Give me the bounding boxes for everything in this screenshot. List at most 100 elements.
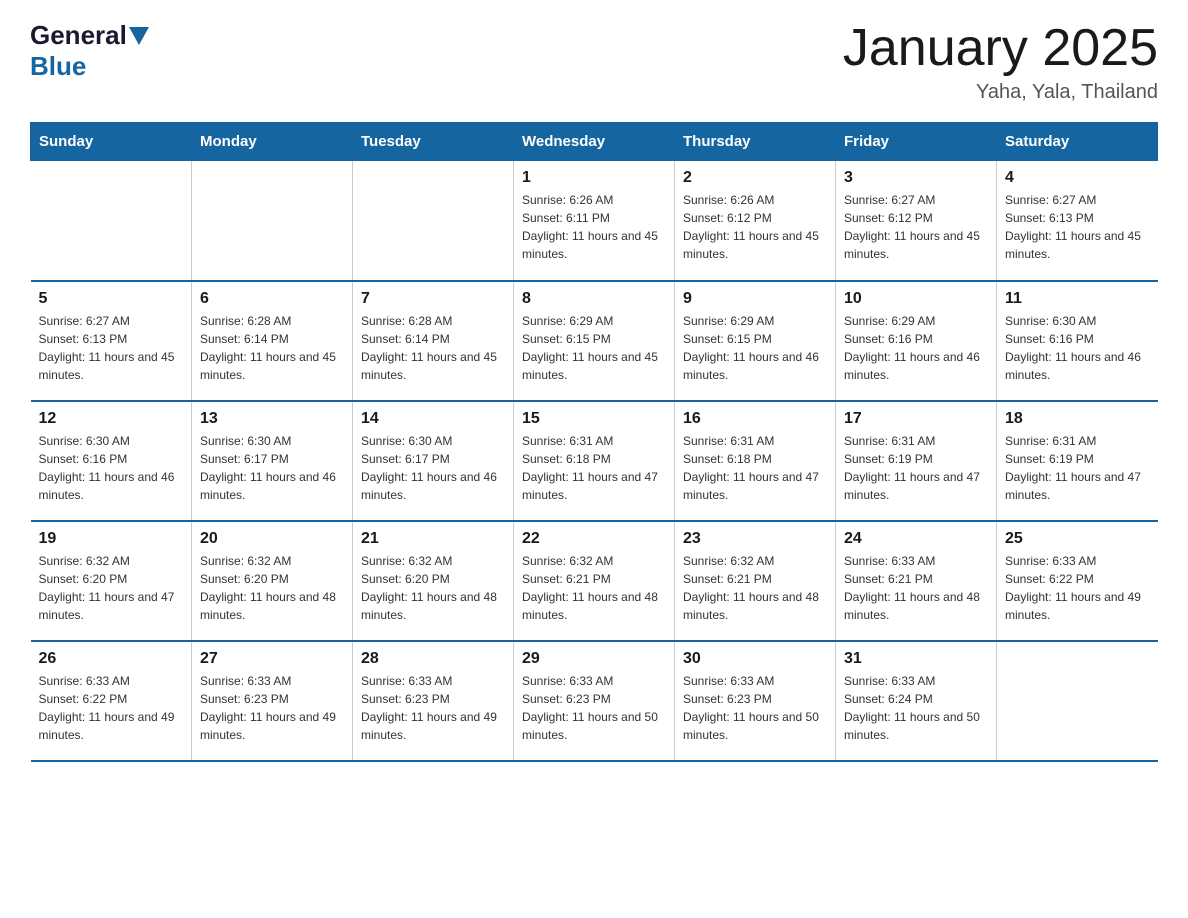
day-info: Sunrise: 6:33 AM Sunset: 6:23 PM Dayligh… (522, 672, 666, 744)
day-info: Sunrise: 6:31 AM Sunset: 6:19 PM Dayligh… (1005, 432, 1150, 504)
day-number: 28 (361, 650, 505, 668)
calendar-row: 1Sunrise: 6:26 AM Sunset: 6:11 PM Daylig… (31, 161, 1158, 281)
day-number: 16 (683, 410, 827, 428)
calendar-cell: 30 Sunrise: 6:33 AM Sunset: 6:23 PM Dayli… (675, 641, 836, 761)
day-info: Sunrise: 6:33 AM Sunset: 6:22 PM Dayligh… (39, 672, 184, 744)
day-number: 21 (361, 530, 505, 548)
calendar-table: SundayMondayTuesdayWednesdayThursdayFrid… (30, 122, 1158, 762)
calendar-cell: 31Sunrise: 6:33 AM Sunset: 6:24 PM Dayli… (836, 641, 997, 761)
day-info: Sunrise: 6:32 AM Sunset: 6:20 PM Dayligh… (361, 552, 505, 624)
calendar-cell: 22 Sunrise: 6:32 AM Sunset: 6:21 PM Dayli… (514, 521, 675, 641)
calendar-row: 26 Sunrise: 6:33 AM Sunset: 6:22 PM Dayli… (31, 641, 1158, 761)
header: General Blue January 2025 Yaha, Yala, Th… (30, 20, 1158, 104)
day-number: 14 (361, 410, 505, 428)
header-cell-thursday: Thursday (675, 123, 836, 161)
calendar-cell: 11 Sunrise: 6:30 AM Sunset: 6:16 PM Dayli… (997, 281, 1158, 401)
day-info: Sunrise: 6:28 AM Sunset: 6:14 PM Dayligh… (361, 312, 505, 384)
calendar-header: SundayMondayTuesdayWednesdayThursdayFrid… (31, 123, 1158, 161)
calendar-cell: 25 Sunrise: 6:33 AM Sunset: 6:22 PM Dayli… (997, 521, 1158, 641)
day-number: 12 (39, 410, 184, 428)
day-number: 4 (1005, 169, 1150, 187)
calendar-cell: 12Sunrise: 6:30 AM Sunset: 6:16 PM Dayli… (31, 401, 192, 521)
day-number: 30 (683, 650, 827, 668)
calendar-row: 5 Sunrise: 6:27 AM Sunset: 6:13 PM Daylig… (31, 281, 1158, 401)
calendar-cell: 28 Sunrise: 6:33 AM Sunset: 6:23 PM Dayli… (353, 641, 514, 761)
calendar-cell: 21 Sunrise: 6:32 AM Sunset: 6:20 PM Dayli… (353, 521, 514, 641)
logo-blue-text: Blue (30, 51, 86, 82)
calendar-cell: 2 Sunrise: 6:26 AM Sunset: 6:12 PM Daylig… (675, 161, 836, 281)
logo-triangle-icon (129, 27, 149, 45)
day-info: Sunrise: 6:29 AM Sunset: 6:16 PM Dayligh… (844, 312, 988, 384)
calendar-cell: 4Sunrise: 6:27 AM Sunset: 6:13 PM Daylig… (997, 161, 1158, 281)
calendar-cell: 14 Sunrise: 6:30 AM Sunset: 6:17 PM Dayli… (353, 401, 514, 521)
day-number: 11 (1005, 290, 1150, 308)
day-number: 24 (844, 530, 988, 548)
calendar-cell: 29 Sunrise: 6:33 AM Sunset: 6:23 PM Dayli… (514, 641, 675, 761)
day-number: 29 (522, 650, 666, 668)
calendar-row: 19 Sunrise: 6:32 AM Sunset: 6:20 PM Dayli… (31, 521, 1158, 641)
calendar-cell: 5 Sunrise: 6:27 AM Sunset: 6:13 PM Daylig… (31, 281, 192, 401)
calendar-cell: 9Sunrise: 6:29 AM Sunset: 6:15 PM Daylig… (675, 281, 836, 401)
day-number: 19 (39, 530, 184, 548)
title-area: January 2025 Yaha, Yala, Thailand (843, 20, 1158, 104)
day-info: Sunrise: 6:33 AM Sunset: 6:23 PM Dayligh… (361, 672, 505, 744)
day-number: 23 (683, 530, 827, 548)
day-number: 8 (522, 290, 666, 308)
day-number: 17 (844, 410, 988, 428)
day-info: Sunrise: 6:26 AM Sunset: 6:11 PM Dayligh… (522, 191, 666, 263)
day-number: 31 (844, 650, 988, 668)
calendar-cell (31, 161, 192, 281)
calendar-cell: 27Sunrise: 6:33 AM Sunset: 6:23 PM Dayli… (192, 641, 353, 761)
day-number: 15 (522, 410, 666, 428)
header-cell-saturday: Saturday (997, 123, 1158, 161)
calendar-cell: 15 Sunrise: 6:31 AM Sunset: 6:18 PM Dayli… (514, 401, 675, 521)
calendar-cell: 24Sunrise: 6:33 AM Sunset: 6:21 PM Dayli… (836, 521, 997, 641)
day-info: Sunrise: 6:30 AM Sunset: 6:16 PM Dayligh… (1005, 312, 1150, 384)
calendar-cell (192, 161, 353, 281)
header-cell-tuesday: Tuesday (353, 123, 514, 161)
calendar-cell: 3Sunrise: 6:27 AM Sunset: 6:12 PM Daylig… (836, 161, 997, 281)
logo-general-text: General (30, 20, 127, 51)
day-info: Sunrise: 6:33 AM Sunset: 6:22 PM Dayligh… (1005, 552, 1150, 624)
logo: General Blue (30, 20, 151, 82)
calendar-body: 1Sunrise: 6:26 AM Sunset: 6:11 PM Daylig… (31, 161, 1158, 761)
calendar-cell (997, 641, 1158, 761)
day-info: Sunrise: 6:29 AM Sunset: 6:15 PM Dayligh… (522, 312, 666, 384)
calendar-cell (353, 161, 514, 281)
day-info: Sunrise: 6:31 AM Sunset: 6:18 PM Dayligh… (522, 432, 666, 504)
header-cell-sunday: Sunday (31, 123, 192, 161)
header-cell-monday: Monday (192, 123, 353, 161)
day-info: Sunrise: 6:29 AM Sunset: 6:15 PM Dayligh… (683, 312, 827, 384)
calendar-cell: 16 Sunrise: 6:31 AM Sunset: 6:18 PM Dayli… (675, 401, 836, 521)
day-number: 26 (39, 650, 184, 668)
month-title: January 2025 (843, 20, 1158, 77)
day-info: Sunrise: 6:30 AM Sunset: 6:17 PM Dayligh… (361, 432, 505, 504)
calendar-cell: 19Sunrise: 6:32 AM Sunset: 6:20 PM Dayli… (31, 521, 192, 641)
header-cell-wednesday: Wednesday (514, 123, 675, 161)
day-info: Sunrise: 6:27 AM Sunset: 6:13 PM Dayligh… (39, 312, 184, 384)
calendar-cell: 18 Sunrise: 6:31 AM Sunset: 6:19 PM Dayli… (997, 401, 1158, 521)
day-number: 13 (200, 410, 344, 428)
day-number: 5 (39, 290, 184, 308)
header-row: SundayMondayTuesdayWednesdayThursdayFrid… (31, 123, 1158, 161)
day-info: Sunrise: 6:32 AM Sunset: 6:21 PM Dayligh… (522, 552, 666, 624)
calendar-cell: 10Sunrise: 6:29 AM Sunset: 6:16 PM Dayli… (836, 281, 997, 401)
day-info: Sunrise: 6:30 AM Sunset: 6:17 PM Dayligh… (200, 432, 344, 504)
day-info: Sunrise: 6:32 AM Sunset: 6:21 PM Dayligh… (683, 552, 827, 624)
calendar-cell: 6Sunrise: 6:28 AM Sunset: 6:14 PM Daylig… (192, 281, 353, 401)
calendar-cell: 13 Sunrise: 6:30 AM Sunset: 6:17 PM Dayli… (192, 401, 353, 521)
day-info: Sunrise: 6:26 AM Sunset: 6:12 PM Dayligh… (683, 191, 827, 263)
day-number: 2 (683, 169, 827, 187)
day-info: Sunrise: 6:33 AM Sunset: 6:23 PM Dayligh… (683, 672, 827, 744)
location-subtitle: Yaha, Yala, Thailand (843, 81, 1158, 104)
day-info: Sunrise: 6:27 AM Sunset: 6:12 PM Dayligh… (844, 191, 988, 263)
calendar-cell: 23 Sunrise: 6:32 AM Sunset: 6:21 PM Dayli… (675, 521, 836, 641)
day-number: 22 (522, 530, 666, 548)
day-info: Sunrise: 6:32 AM Sunset: 6:20 PM Dayligh… (200, 552, 344, 624)
day-number: 18 (1005, 410, 1150, 428)
day-number: 25 (1005, 530, 1150, 548)
day-info: Sunrise: 6:31 AM Sunset: 6:19 PM Dayligh… (844, 432, 988, 504)
day-info: Sunrise: 6:33 AM Sunset: 6:23 PM Dayligh… (200, 672, 344, 744)
day-info: Sunrise: 6:28 AM Sunset: 6:14 PM Dayligh… (200, 312, 344, 384)
day-info: Sunrise: 6:31 AM Sunset: 6:18 PM Dayligh… (683, 432, 827, 504)
